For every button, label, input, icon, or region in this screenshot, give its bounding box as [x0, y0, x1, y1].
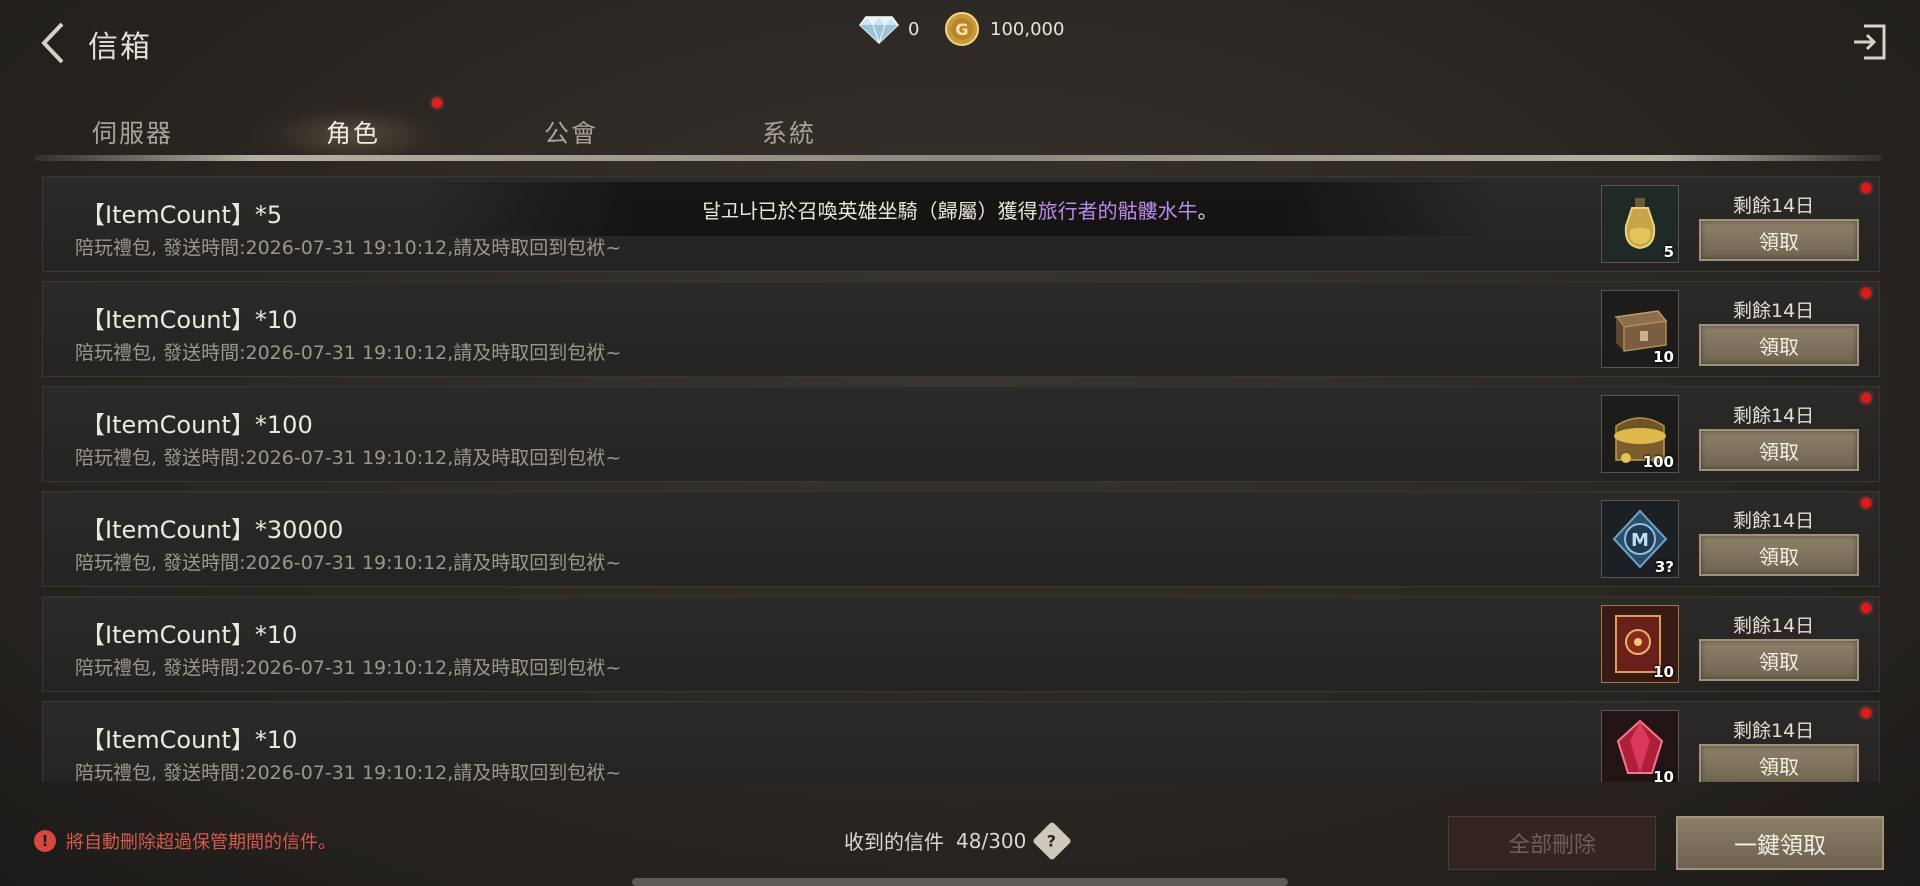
unread-dot [1861, 708, 1871, 718]
mail-title: 【ItemCount】*5 [81, 201, 283, 229]
item-count: 10 [1653, 768, 1674, 782]
item-count: 100 [1642, 453, 1674, 471]
mail-row: 【ItemCount】*100 陪玩禮包, 發送時間:2026-07-31 19… [42, 386, 1880, 482]
mail-description: 陪玩禮包, 發送時間:2026-07-31 19:10:12,請及時取回到包袱~ [75, 657, 622, 679]
unread-dot [1861, 183, 1871, 193]
mail-title: 【ItemCount】*10 [81, 621, 298, 649]
unread-dot [1861, 393, 1871, 403]
toast-suffix: 。 [1197, 198, 1218, 223]
item-count: 10 [1653, 663, 1674, 681]
tab-unread-dot [432, 98, 442, 108]
mail-description: 陪玩禮包, 發送時間:2026-07-31 19:10:12,請及時取回到包袱~ [75, 342, 622, 364]
warning-text: 將自動刪除超過保管期間的信件。 [66, 832, 336, 853]
mail-description: 陪玩禮包, 發送時間:2026-07-31 19:10:12,請及時取回到包袱~ [75, 762, 622, 782]
svg-text:G: G [955, 20, 968, 39]
exit-icon[interactable] [1850, 20, 1890, 64]
diamond-currency: 0 [858, 14, 920, 45]
warning-icon: ! [34, 830, 56, 852]
tab-guild[interactable]: 公會 [544, 114, 598, 150]
gold-count: 100,000 [990, 18, 1065, 40]
mail-row: 【ItemCount】*10 陪玩禮包, 發送時間:2026-07-31 19:… [42, 281, 1880, 377]
tab-server[interactable]: 伺服器 [92, 114, 173, 150]
red-gem-icon[interactable]: 10 [1601, 710, 1679, 782]
red-card-pack-icon[interactable]: 10 [1601, 605, 1679, 683]
mail-row: 【ItemCount】*30000 陪玩禮包, 發送時間:2026-07-31 … [42, 491, 1880, 587]
item-count: 3? [1654, 558, 1674, 576]
received-mail-counter: 收到的信件 48/300 ? [844, 820, 1073, 861]
mail-description: 陪玩禮包, 發送時間:2026-07-31 19:10:12,請及時取回到包袱~ [75, 447, 622, 469]
back-arrow-icon[interactable] [36, 18, 72, 68]
claim-button[interactable]: 領取 [1699, 429, 1859, 471]
mail-title: 【ItemCount】*10 [81, 726, 298, 754]
item-count: 10 [1653, 348, 1674, 366]
mail-title: 【ItemCount】*100 [81, 411, 313, 439]
mail-list[interactable]: 【ItemCount】*5 陪玩禮包, 發送時間:2026-07-31 19:1… [42, 176, 1882, 782]
claim-button[interactable]: 領取 [1699, 219, 1859, 261]
mail-description: 陪玩禮包, 發送時間:2026-07-31 19:10:12,請及時取回到包袱~ [75, 552, 622, 574]
m-coin-icon[interactable]: M 3? [1601, 500, 1679, 578]
diamond-count: 0 [908, 18, 920, 40]
remaining-days: 剩餘14日 [1733, 510, 1815, 532]
wooden-chest-icon[interactable]: 10 [1601, 290, 1679, 368]
elixir-bottle-icon[interactable]: 5 [1601, 185, 1679, 263]
home-indicator [632, 878, 1288, 886]
toast-prefix: 달고나已於召喚英雄坐騎（歸屬）獲得 [702, 198, 1038, 223]
item-count: 5 [1663, 243, 1674, 261]
remaining-days: 剩餘14日 [1733, 300, 1815, 322]
received-count: 48/300 [956, 828, 1027, 853]
mail-description: 陪玩禮包, 發送時間:2026-07-31 19:10:12,請及時取回到包袱~ [75, 237, 622, 259]
unread-dot [1861, 498, 1871, 508]
claim-button[interactable]: 領取 [1699, 324, 1859, 366]
mail-row: 【ItemCount】*10 陪玩禮包, 發送時間:2026-07-31 19:… [42, 596, 1880, 692]
claim-button[interactable]: 領取 [1699, 639, 1859, 681]
gold-treasure-icon[interactable]: 100 [1601, 395, 1679, 473]
tab-system[interactable]: 系統 [762, 114, 816, 150]
auto-delete-warning: ! 將自動刪除超過保管期間的信件。 [34, 828, 336, 854]
gold-coin-icon: G [945, 12, 979, 46]
gold-currency: G 100,000 [944, 12, 1065, 46]
remaining-days: 剩餘14日 [1733, 615, 1815, 637]
mailbox-tabs: 伺服器 角色 公會 系統 [0, 100, 1920, 162]
remaining-days: 剩餘14日 [1733, 195, 1815, 217]
tab-divider [34, 155, 1882, 161]
diamond-icon [858, 16, 900, 45]
mail-row: 【ItemCount】*10 陪玩禮包, 發送時間:2026-07-31 19:… [42, 701, 1880, 782]
svg-text:M: M [1631, 530, 1649, 551]
remaining-days: 剩餘14日 [1733, 720, 1815, 742]
received-label: 收到的信件 [844, 830, 944, 854]
help-icon[interactable]: ? [1032, 820, 1073, 861]
toast-notification: 달고나已於召喚英雄坐騎（歸屬）獲得 旅行者的骷髏水牛。 [420, 182, 1500, 236]
claim-all-button[interactable]: 一鍵領取 [1676, 816, 1884, 870]
top-bar: 信箱 0 G 100,000 [0, 0, 1920, 90]
toast-highlight: 旅行者的骷髏水牛 [1037, 198, 1198, 223]
unread-dot [1861, 603, 1871, 613]
mail-title: 【ItemCount】*10 [81, 306, 298, 334]
claim-button[interactable]: 領取 [1699, 744, 1859, 782]
unread-dot [1861, 288, 1871, 298]
mail-title: 【ItemCount】*30000 [81, 516, 344, 544]
delete-all-button[interactable]: 全部刪除 [1448, 816, 1656, 870]
page-title: 信箱 [88, 30, 152, 65]
claim-button[interactable]: 領取 [1699, 534, 1859, 576]
remaining-days: 剩餘14日 [1733, 405, 1815, 427]
tab-character[interactable]: 角色 [326, 114, 380, 150]
